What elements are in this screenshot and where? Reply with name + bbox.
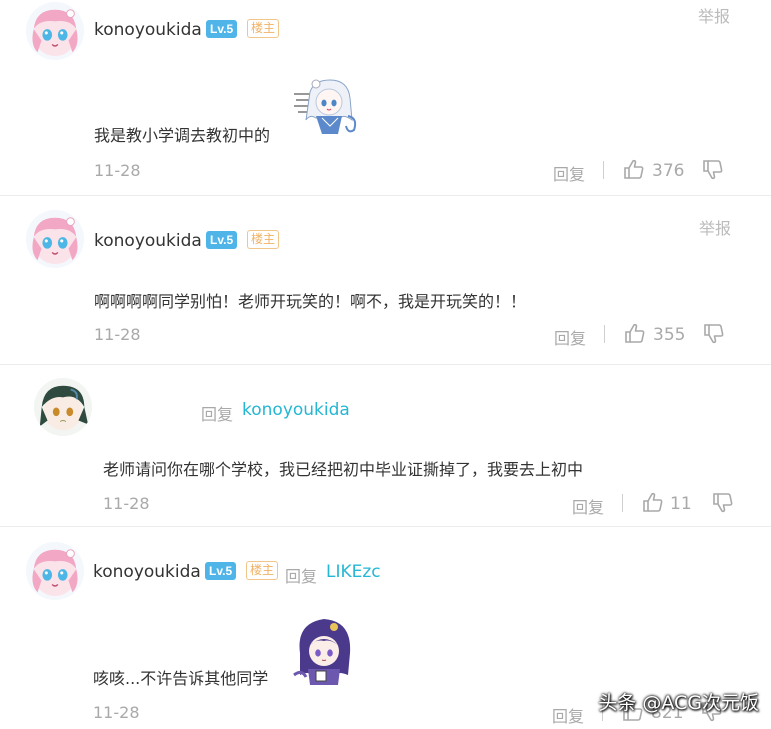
sticker-image [293,619,351,685]
comment-text: 啊啊啊啊同学别怕！老师开玩笑的！啊不，我是开玩笑的！！ [94,292,527,311]
reply-button[interactable]: 回复 [572,494,604,518]
thumbs-down-icon[interactable] [702,323,724,345]
comment-date: 11-28 [103,494,150,513]
reply-indicator: 回复 [285,567,318,586]
comment-date: 11-28 [94,325,141,344]
watermark: 头条 @ACG次元饭 [598,692,759,714]
comment-text: 咳咳...不许告诉其他同学 [93,669,269,688]
like-count: 11 [670,494,692,514]
like-count: 355 [653,325,686,345]
username[interactable]: konoyoukida [94,231,202,251]
divider [604,325,605,343]
thumbs-down-icon[interactable] [701,159,723,181]
username[interactable]: konoyoukida [93,562,201,582]
like-count: 376 [652,161,685,181]
report-button[interactable]: 举报 [699,215,731,239]
avatar[interactable] [34,378,92,436]
divider [603,161,604,179]
username[interactable]: konoyoukida [94,20,202,40]
avatar[interactable] [26,210,84,268]
comment-2: konoyoukida Lv.5 楼主 举报 啊啊啊啊同学别怕！老师开玩笑的！啊… [0,196,771,364]
comment-date: 11-28 [94,161,141,180]
reply-indicator: 回复 [201,405,234,424]
divider [622,494,623,512]
comment-text: 老师请问你在哪个学校，我已经把初中毕业证撕掉了，我要去上初中 [103,460,584,479]
op-badge: 楼主 [246,561,279,580]
level-badge: Lv.5 [206,20,238,38]
level-badge: Lv.5 [206,231,238,249]
op-badge: 楼主 [247,230,280,249]
level-badge: Lv.5 [205,562,237,580]
thumbs-down-icon[interactable] [711,492,733,514]
avatar[interactable] [26,542,84,600]
thumbs-up-icon[interactable] [622,158,644,180]
reply-target-username[interactable]: LIKEzc [326,562,381,582]
report-button[interactable]: 举报 [698,3,730,27]
thumbs-up-icon[interactable] [641,491,663,513]
comment-date: 11-28 [93,703,140,722]
reply-button[interactable]: 回复 [553,161,585,185]
comment-1: konoyoukida Lv.5 楼主 举报 我是教小学调去教初中的 11-28… [0,0,771,195]
thumbs-up-icon[interactable] [623,322,645,344]
avatar[interactable] [26,2,84,60]
sticker-image [294,79,357,134]
reply-button[interactable]: 回复 [554,325,586,349]
comment-3: 回复 konoyoukida 老师请问你在哪个学校，我已经把初中毕业证撕掉了，我… [0,365,771,526]
reply-target-username[interactable]: konoyoukida [242,400,350,420]
comment-text: 我是教小学调去教初中的 [94,126,271,145]
reply-button[interactable]: 回复 [552,703,584,727]
op-badge: 楼主 [247,19,280,38]
